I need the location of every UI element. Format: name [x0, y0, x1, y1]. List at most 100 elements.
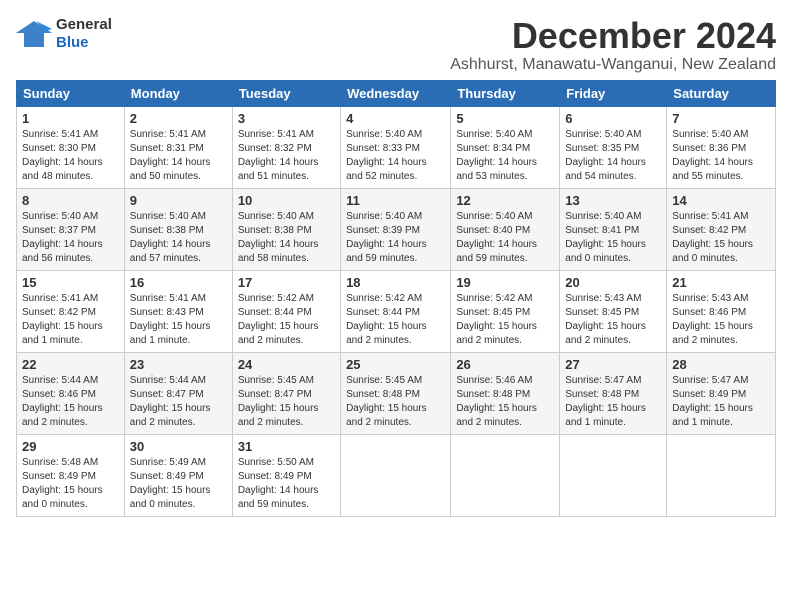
day-number: 30: [130, 439, 227, 454]
day-info: Sunrise: 5:40 AMSunset: 8:36 PMDaylight:…: [672, 128, 770, 184]
weekday-header-sunday: Sunday: [17, 80, 125, 106]
day-info: Sunrise: 5:41 AMSunset: 8:42 PMDaylight:…: [672, 210, 770, 266]
day-cell-12: 12Sunrise: 5:40 AMSunset: 8:40 PMDayligh…: [451, 188, 560, 270]
day-info: Sunrise: 5:46 AMSunset: 8:48 PMDaylight:…: [456, 374, 554, 430]
day-info: Sunrise: 5:40 AMSunset: 8:41 PMDaylight:…: [565, 210, 661, 266]
day-info: Sunrise: 5:43 AMSunset: 8:45 PMDaylight:…: [565, 292, 661, 348]
day-cell-22: 22 Sunrise: 5:44 AMSunset: 8:46 PMDayligh…: [17, 352, 125, 434]
day-info: Sunrise: 5:50 AMSunset: 8:49 PMDaylight:…: [238, 456, 335, 512]
day-info: Sunrise: 5:40 AMSunset: 8:40 PMDaylight:…: [456, 210, 554, 266]
day-number: 23: [130, 357, 227, 372]
empty-cell: [341, 434, 451, 516]
day-cell-29: 29Sunrise: 5:48 AMSunset: 8:49 PMDayligh…: [17, 434, 125, 516]
day-info: Sunrise: 5:47 AMSunset: 8:48 PMDaylight:…: [565, 374, 661, 430]
weekday-header-monday: Monday: [124, 80, 232, 106]
day-number: 19: [456, 275, 554, 290]
day-cell-31: 31Sunrise: 5:50 AMSunset: 8:49 PMDayligh…: [232, 434, 340, 516]
logo: General Blue: [16, 16, 112, 51]
day-number: 10: [238, 193, 335, 208]
week-row-3: 15 Sunrise: 5:41 AMSunset: 8:42 PMDayligh…: [17, 270, 776, 352]
day-cell-9: 9 Sunrise: 5:40 AMSunset: 8:38 PMDaylight…: [124, 188, 232, 270]
weekday-header-thursday: Thursday: [451, 80, 560, 106]
day-cell-25: 25 Sunrise: 5:45 AMSunset: 8:48 PMDayligh…: [341, 352, 451, 434]
day-number: 4: [346, 111, 445, 126]
day-number: 3: [238, 111, 335, 126]
day-info: Sunrise: 5:40 AMSunset: 8:38 PMDaylight:…: [130, 210, 227, 266]
day-number: 1: [22, 111, 119, 126]
day-cell-26: 26 Sunrise: 5:46 AMSunset: 8:48 PMDayligh…: [451, 352, 560, 434]
day-info: Sunrise: 5:41 AMSunset: 8:31 PMDaylight:…: [130, 128, 227, 184]
day-info: Sunrise: 5:42 AMSunset: 8:44 PMDaylight:…: [238, 292, 335, 348]
day-cell-17: 17 Sunrise: 5:42 AMSunset: 8:44 PMDayligh…: [232, 270, 340, 352]
day-info: Sunrise: 5:44 AMSunset: 8:46 PMDaylight:…: [22, 374, 119, 430]
day-cell-16: 16 Sunrise: 5:41 AMSunset: 8:43 PMDayligh…: [124, 270, 232, 352]
day-info: Sunrise: 5:41 AMSunset: 8:30 PMDaylight:…: [22, 128, 119, 184]
day-info: Sunrise: 5:43 AMSunset: 8:46 PMDaylight:…: [672, 292, 770, 348]
day-cell-21: 21 Sunrise: 5:43 AMSunset: 8:46 PMDayligh…: [667, 270, 776, 352]
day-cell-11: 11 Sunrise: 5:40 AMSunset: 8:39 PMDayligh…: [341, 188, 451, 270]
day-cell-2: 2Sunrise: 5:41 AMSunset: 8:31 PMDaylight…: [124, 106, 232, 188]
week-row-2: 8 Sunrise: 5:40 AMSunset: 8:37 PMDaylight…: [17, 188, 776, 270]
day-number: 26: [456, 357, 554, 372]
page-header: General Blue December 2024 Ashhurst, Man…: [16, 16, 776, 74]
day-cell-28: 28 Sunrise: 5:47 AMSunset: 8:49 PMDayligh…: [667, 352, 776, 434]
day-cell-3: 3 Sunrise: 5:41 AMSunset: 8:32 PMDaylight…: [232, 106, 340, 188]
empty-cell: [560, 434, 667, 516]
day-info: Sunrise: 5:42 AMSunset: 8:45 PMDaylight:…: [456, 292, 554, 348]
day-number: 15: [22, 275, 119, 290]
day-number: 28: [672, 357, 770, 372]
day-info: Sunrise: 5:40 AMSunset: 8:37 PMDaylight:…: [22, 210, 119, 266]
day-cell-24: 24Sunrise: 5:45 AMSunset: 8:47 PMDayligh…: [232, 352, 340, 434]
day-number: 13: [565, 193, 661, 208]
day-cell-5: 5 Sunrise: 5:40 AMSunset: 8:34 PMDaylight…: [451, 106, 560, 188]
day-cell-30: 30 Sunrise: 5:49 AMSunset: 8:49 PMDayligh…: [124, 434, 232, 516]
day-info: Sunrise: 5:45 AMSunset: 8:48 PMDaylight:…: [346, 374, 445, 430]
empty-cell: [451, 434, 560, 516]
weekday-header-row: SundayMondayTuesdayWednesdayThursdayFrid…: [17, 80, 776, 106]
day-number: 9: [130, 193, 227, 208]
title-block: December 2024 Ashhurst, Manawatu-Wanganu…: [450, 16, 776, 74]
day-number: 20: [565, 275, 661, 290]
day-number: 5: [456, 111, 554, 126]
day-cell-1: 1 Sunrise: 5:41 AMSunset: 8:30 PMDaylight…: [17, 106, 125, 188]
day-number: 21: [672, 275, 770, 290]
day-info: Sunrise: 5:41 AMSunset: 8:43 PMDaylight:…: [130, 292, 227, 348]
day-number: 14: [672, 193, 770, 208]
day-info: Sunrise: 5:49 AMSunset: 8:49 PMDaylight:…: [130, 456, 227, 512]
day-cell-4: 4Sunrise: 5:40 AMSunset: 8:33 PMDaylight…: [341, 106, 451, 188]
day-info: Sunrise: 5:41 AMSunset: 8:32 PMDaylight:…: [238, 128, 335, 184]
day-info: Sunrise: 5:45 AMSunset: 8:47 PMDaylight:…: [238, 374, 335, 430]
day-info: Sunrise: 5:41 AMSunset: 8:42 PMDaylight:…: [22, 292, 119, 348]
day-cell-10: 10Sunrise: 5:40 AMSunset: 8:38 PMDayligh…: [232, 188, 340, 270]
day-number: 11: [346, 193, 445, 208]
day-number: 22: [22, 357, 119, 372]
logo-blue: Blue: [56, 34, 89, 51]
month-title: December 2024: [450, 16, 776, 56]
day-number: 16: [130, 275, 227, 290]
logo-text: General Blue: [56, 16, 112, 51]
logo-bird-icon: [16, 19, 52, 49]
day-cell-20: 20 Sunrise: 5:43 AMSunset: 8:45 PMDayligh…: [560, 270, 667, 352]
day-cell-23: 23Sunrise: 5:44 AMSunset: 8:47 PMDayligh…: [124, 352, 232, 434]
day-cell-27: 27Sunrise: 5:47 AMSunset: 8:48 PMDayligh…: [560, 352, 667, 434]
day-cell-6: 6Sunrise: 5:40 AMSunset: 8:35 PMDaylight…: [560, 106, 667, 188]
week-row-5: 29Sunrise: 5:48 AMSunset: 8:49 PMDayligh…: [17, 434, 776, 516]
empty-cell: [667, 434, 776, 516]
day-cell-15: 15 Sunrise: 5:41 AMSunset: 8:42 PMDayligh…: [17, 270, 125, 352]
day-number: 8: [22, 193, 119, 208]
day-cell-13: 13 Sunrise: 5:40 AMSunset: 8:41 PMDayligh…: [560, 188, 667, 270]
day-number: 7: [672, 111, 770, 126]
day-number: 25: [346, 357, 445, 372]
day-cell-18: 18 Sunrise: 5:42 AMSunset: 8:44 PMDayligh…: [341, 270, 451, 352]
day-info: Sunrise: 5:40 AMSunset: 8:39 PMDaylight:…: [346, 210, 445, 266]
day-cell-8: 8 Sunrise: 5:40 AMSunset: 8:37 PMDaylight…: [17, 188, 125, 270]
day-info: Sunrise: 5:42 AMSunset: 8:44 PMDaylight:…: [346, 292, 445, 348]
day-cell-7: 7 Sunrise: 5:40 AMSunset: 8:36 PMDaylight…: [667, 106, 776, 188]
day-info: Sunrise: 5:48 AMSunset: 8:49 PMDaylight:…: [22, 456, 119, 512]
location-subtitle: Ashhurst, Manawatu-Wanganui, New Zealand: [450, 56, 776, 74]
day-number: 17: [238, 275, 335, 290]
day-info: Sunrise: 5:40 AMSunset: 8:34 PMDaylight:…: [456, 128, 554, 184]
day-number: 18: [346, 275, 445, 290]
calendar-table: SundayMondayTuesdayWednesdayThursdayFrid…: [16, 80, 776, 517]
day-info: Sunrise: 5:47 AMSunset: 8:49 PMDaylight:…: [672, 374, 770, 430]
